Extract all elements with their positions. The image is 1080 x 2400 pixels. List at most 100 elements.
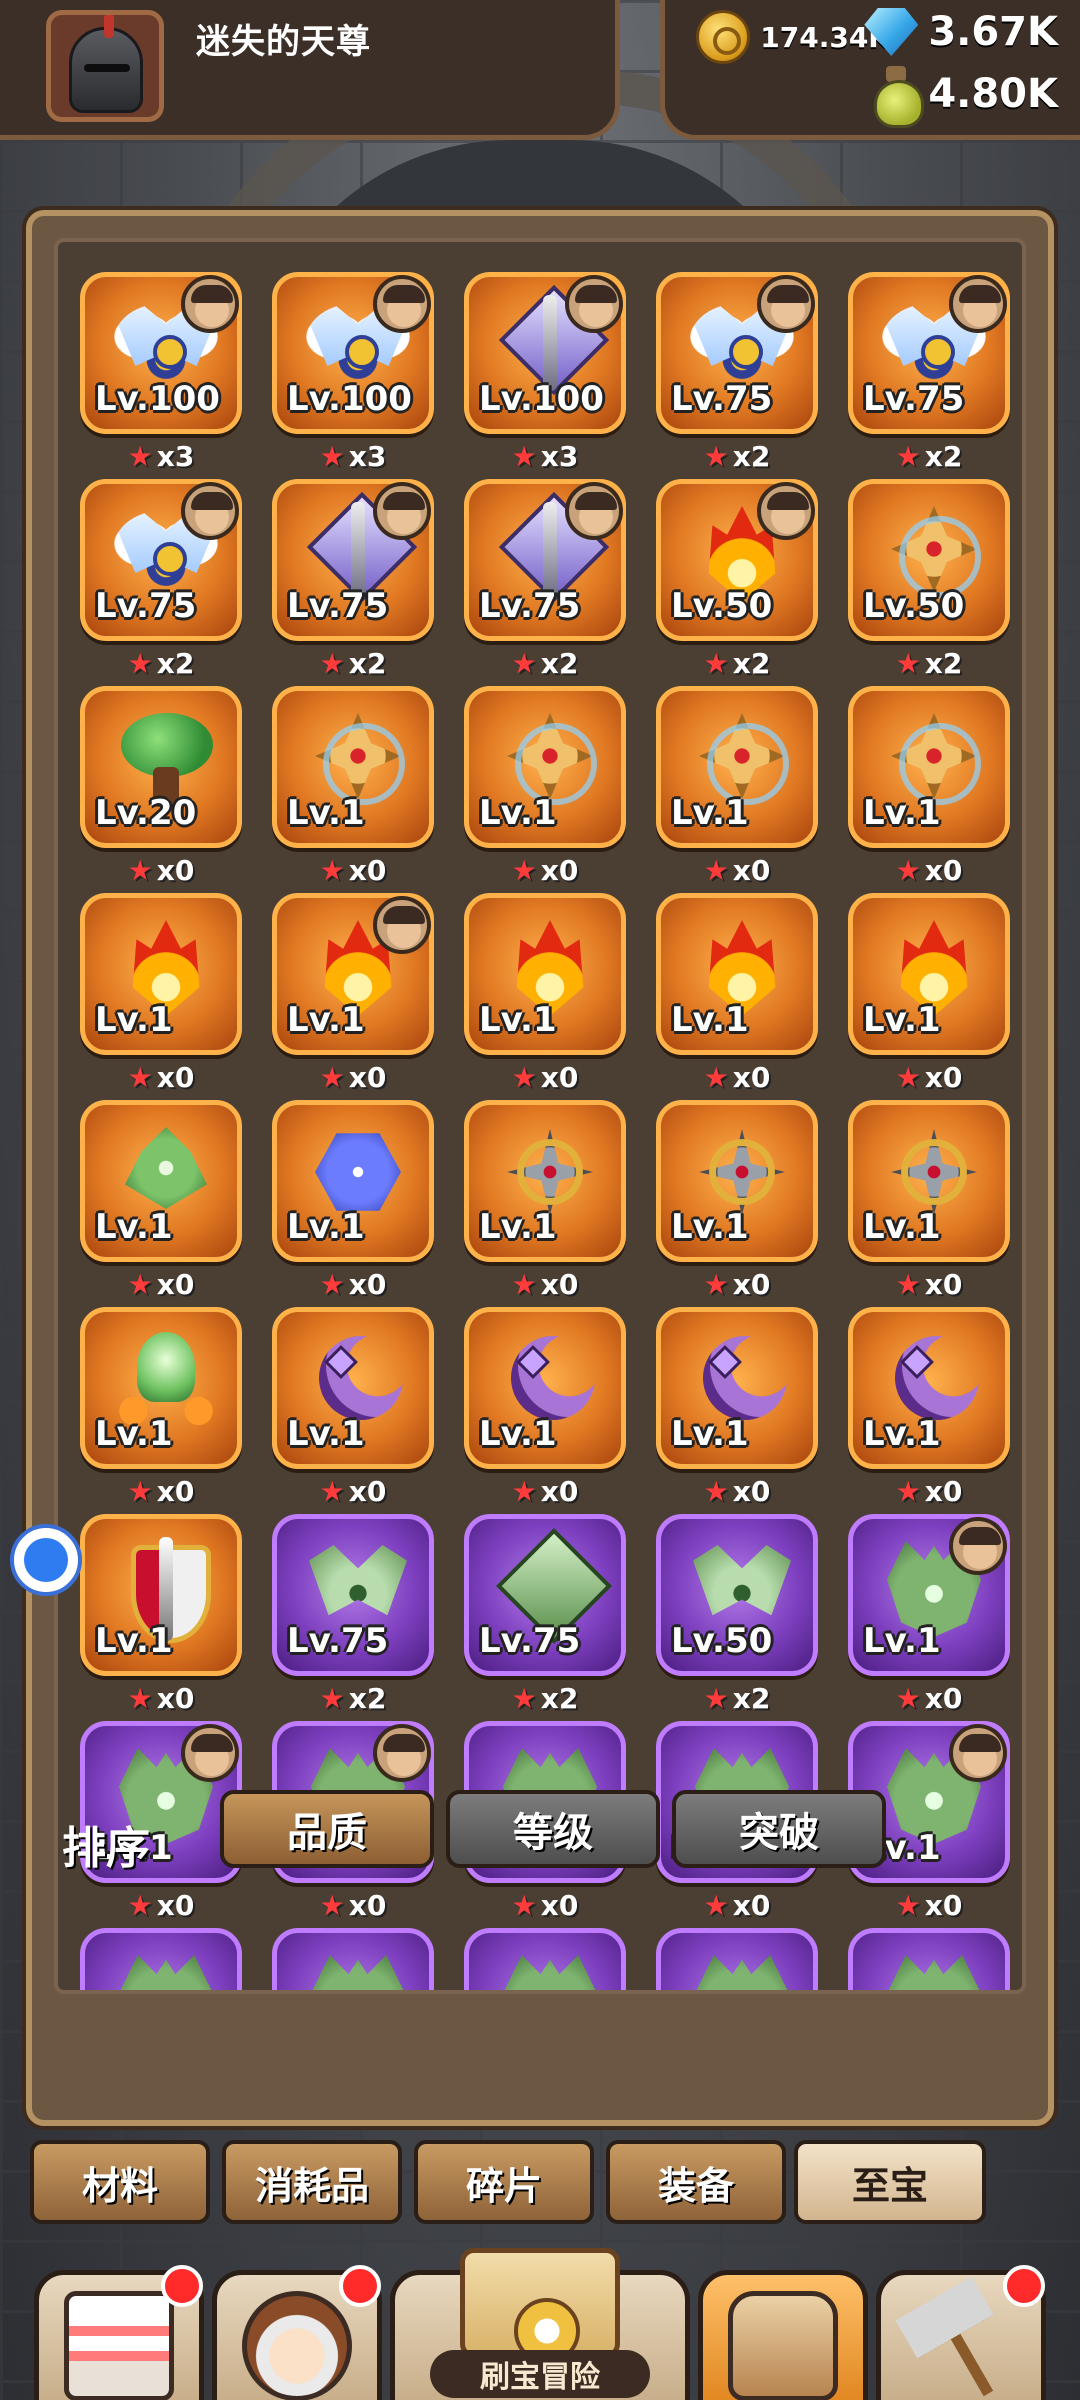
nav-shop[interactable] xyxy=(34,2265,204,2400)
treasure-item[interactable]: Lv.20 ★ x0 xyxy=(80,686,242,887)
treasure-tile[interactable]: Lv.1 xyxy=(656,893,818,1055)
treasure-item[interactable]: Lv.75 ★ x2 xyxy=(656,272,818,473)
treasure-tile[interactable]: Lv.75 xyxy=(656,272,818,434)
treasure-tile[interactable]: Lv.1 xyxy=(464,893,626,1055)
treasure-item[interactable]: Lv.1 ★x0 xyxy=(272,686,434,887)
treasure-tile[interactable]: Lv.1 xyxy=(656,1307,818,1469)
treasure-item[interactable]: Lv.1 ★x0 xyxy=(80,1100,242,1301)
treasure-tile[interactable]: Lv.1 xyxy=(80,893,242,1055)
treasure-item[interactable] xyxy=(656,1928,818,1990)
treasure-tile[interactable]: Lv.50 xyxy=(656,479,818,641)
treasure-tile[interactable]: Lv.1 xyxy=(80,1307,242,1469)
treasure-item[interactable]: Lv.100 ★ x3 xyxy=(80,272,242,473)
treasure-tile[interactable]: Lv.100 xyxy=(464,272,626,434)
treasure-tile[interactable]: Lv.75 xyxy=(464,479,626,641)
treasure-item[interactable]: Lv.1 ★x0 xyxy=(656,1307,818,1508)
treasure-tile[interactable]: Lv.20 xyxy=(80,686,242,848)
profile-panel[interactable]: 迷失的天尊 xyxy=(0,0,620,140)
sort-quality-button[interactable]: 品质 xyxy=(220,1790,434,1868)
treasure-item[interactable]: Lv.1 ★x0 xyxy=(848,686,1010,887)
treasure-tile[interactable]: Lv.1 xyxy=(272,1307,434,1469)
avatar[interactable] xyxy=(46,10,164,122)
treasure-tile[interactable]: Lv.100 xyxy=(80,272,242,434)
treasure-tile[interactable]: Lv.75 xyxy=(272,1514,434,1676)
treasure-tile[interactable]: Lv.100 xyxy=(272,272,434,434)
potion-resource[interactable]: 4.80K xyxy=(874,66,1058,128)
treasure-item[interactable]: Lv.75 ★ x2 xyxy=(272,479,434,680)
treasure-tile[interactable]: Lv.1 xyxy=(272,686,434,848)
treasure-tile[interactable]: Lv.1 xyxy=(80,1514,242,1676)
tab-materials[interactable]: 材料 xyxy=(30,2140,210,2224)
treasure-item[interactable]: Lv.1 ★x0 xyxy=(464,1307,626,1508)
treasure-tile[interactable] xyxy=(272,1928,434,1990)
treasure-item[interactable]: Lv.1 ★x0 xyxy=(464,893,626,1094)
treasure-item[interactable] xyxy=(848,1928,1010,1990)
treasure-tile[interactable]: Lv.1 xyxy=(848,686,1010,848)
treasure-grid-viewport[interactable]: Lv.100 ★ x3 Lv.100 ★ x3 Lv.100 ★ x3 Lv.75 ★ x2 Lv.75… xyxy=(54,238,1026,1994)
treasure-tile[interactable]: Lv.75 xyxy=(848,272,1010,434)
treasure-tile[interactable]: Lv.50 xyxy=(848,479,1010,641)
treasure-item[interactable]: Lv.1 ★x0 xyxy=(272,1100,434,1301)
treasure-item[interactable]: Lv.1 ★x0 xyxy=(848,1514,1010,1715)
gold-resource[interactable]: 174.34K xyxy=(696,10,890,64)
treasure-tile[interactable] xyxy=(848,1928,1010,1990)
treasure-tile[interactable]: Lv.50 xyxy=(656,1514,818,1676)
treasure-tile[interactable]: Lv.1 xyxy=(656,1100,818,1262)
treasure-item[interactable]: Lv.1 ★x0 xyxy=(848,1307,1010,1508)
treasure-tile[interactable]: Lv.1 xyxy=(464,1307,626,1469)
treasure-tile[interactable]: Lv.1 xyxy=(80,1100,242,1262)
treasure-item[interactable]: Lv.1 ★x0 xyxy=(656,893,818,1094)
treasure-tile[interactable]: Lv.1 xyxy=(848,1307,1010,1469)
tab-treasures[interactable]: 至宝 xyxy=(794,2140,986,2224)
treasure-item[interactable]: Lv.100 ★ x3 xyxy=(464,272,626,473)
treasure-item[interactable]: Lv.1 ★x0 xyxy=(80,893,242,1094)
treasure-tile[interactable] xyxy=(464,1928,626,1990)
treasure-item[interactable]: Lv.75 ★ x2 xyxy=(848,272,1010,473)
treasure-item[interactable]: Lv.1 ★x0 xyxy=(80,1307,242,1508)
nav-forge[interactable] xyxy=(876,2265,1046,2400)
nav-inventory[interactable] xyxy=(698,2270,868,2400)
treasure-tile[interactable] xyxy=(656,1928,818,1990)
treasure-item[interactable]: Lv.1 ★x0 xyxy=(656,1100,818,1301)
treasure-item[interactable] xyxy=(464,1928,626,1990)
treasure-item[interactable]: Lv.50 ★ x2 xyxy=(848,479,1010,680)
treasure-tile[interactable]: Lv.1 xyxy=(464,686,626,848)
treasure-tile[interactable]: Lv.1 xyxy=(272,893,434,1055)
tab-equipment[interactable]: 装备 xyxy=(606,2140,786,2224)
treasure-tile[interactable]: Lv.1 xyxy=(464,1100,626,1262)
adventure-button[interactable]: 刷宝冒险 xyxy=(390,2248,690,2400)
treasure-item[interactable]: Lv.1 ★x0 xyxy=(272,1307,434,1508)
treasure-tile[interactable]: Lv.1 xyxy=(848,1514,1010,1676)
treasure-item[interactable]: Lv.1 ★x0 xyxy=(848,893,1010,1094)
treasure-item[interactable]: Lv.75 ★ x2 xyxy=(80,479,242,680)
nav-heroes[interactable] xyxy=(212,2265,382,2400)
tab-consumables[interactable]: 消耗品 xyxy=(222,2140,402,2224)
treasure-item[interactable]: Lv.75 ★ x2 xyxy=(464,1514,626,1715)
treasure-tile[interactable]: Lv.75 xyxy=(464,1514,626,1676)
treasure-item[interactable]: Lv.50 ★ x2 xyxy=(656,1514,818,1715)
treasure-item[interactable]: Lv.1 ★x0 xyxy=(80,1514,242,1715)
treasure-tile[interactable]: Lv.1 xyxy=(848,893,1010,1055)
treasure-item[interactable]: Lv.75 ★ x2 xyxy=(464,479,626,680)
floating-assistant-button[interactable] xyxy=(10,1524,82,1596)
treasure-item[interactable]: Lv.1 ★x0 xyxy=(656,686,818,887)
treasure-item[interactable]: Lv.75 ★ x2 xyxy=(272,1514,434,1715)
treasure-tile[interactable]: Lv.1 xyxy=(272,1100,434,1262)
treasure-tile[interactable] xyxy=(80,1928,242,1990)
treasure-tile[interactable]: Lv.75 xyxy=(272,479,434,641)
sort-breakthrough-button[interactable]: 突破 xyxy=(672,1790,886,1868)
treasure-item[interactable]: Lv.1 ★x0 xyxy=(848,1100,1010,1301)
tab-fragments[interactable]: 碎片 xyxy=(414,2140,594,2224)
treasure-item[interactable]: Lv.1 ★x0 xyxy=(464,1100,626,1301)
treasure-item[interactable]: Lv.100 ★ x3 xyxy=(272,272,434,473)
treasure-tile[interactable]: Lv.1 xyxy=(848,1100,1010,1262)
gem-resource[interactable]: 3.67K xyxy=(864,8,1058,56)
sort-level-button[interactable]: 等级 xyxy=(446,1790,660,1868)
treasure-item[interactable] xyxy=(80,1928,242,1990)
treasure-item[interactable]: Lv.50 ★ x2 xyxy=(656,479,818,680)
treasure-item[interactable]: Lv.1 ★x0 xyxy=(272,893,434,1094)
treasure-item[interactable] xyxy=(272,1928,434,1990)
treasure-tile[interactable]: Lv.75 xyxy=(80,479,242,641)
treasure-tile[interactable]: Lv.1 xyxy=(656,686,818,848)
treasure-item[interactable]: Lv.1 ★x0 xyxy=(464,686,626,887)
